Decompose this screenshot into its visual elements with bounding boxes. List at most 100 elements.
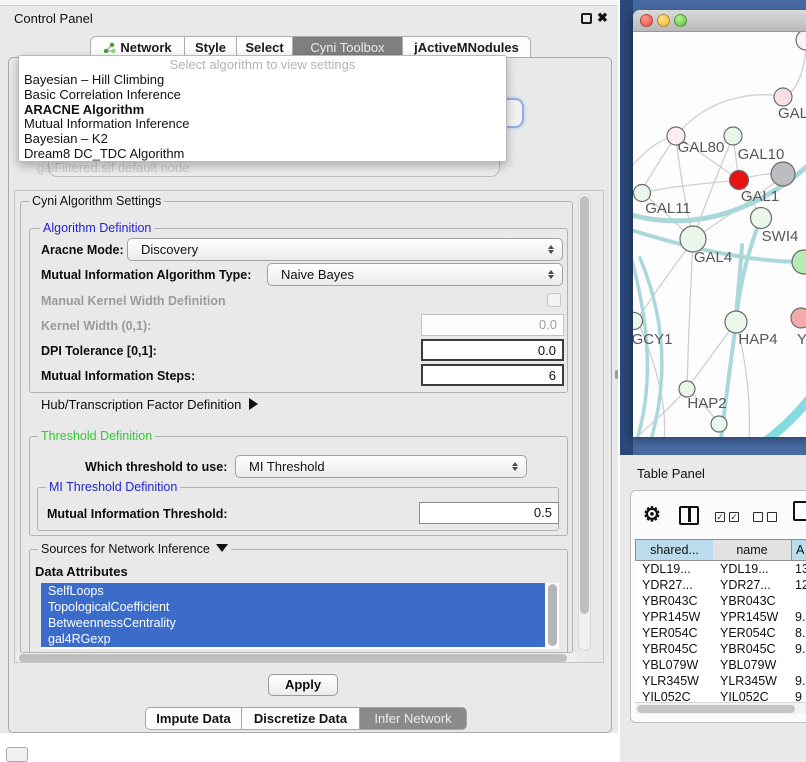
table-row[interactable]: YER054CYER054C8. <box>635 625 806 641</box>
node-swi4[interactable] <box>751 208 772 229</box>
network-edge[interactable] <box>766 396 806 437</box>
node-gray[interactable] <box>771 162 795 186</box>
network-desktop-shadow <box>620 0 633 455</box>
select-all-icon[interactable]: ✓✓ <box>715 512 741 522</box>
table-cell: YDL19... <box>635 561 713 577</box>
table-cell: 9. <box>791 609 806 625</box>
mi-threshold-input[interactable]: 0.5 <box>419 502 559 524</box>
algorithm-option[interactable]: Basic Correlation Inference <box>19 88 506 103</box>
column-header-shared-name[interactable]: shared... <box>635 539 713 561</box>
table-row[interactable]: YBR043CYBR043C <box>635 593 806 609</box>
column-header-cut[interactable]: A <box>791 539 806 561</box>
table-rows[interactable]: YDL19...YDL19...13YDR27...YDR27...12YBR0… <box>635 561 806 701</box>
table-cell: 12 <box>791 577 806 593</box>
kernel-width-input[interactable]: 0.0 <box>421 314 564 336</box>
table-row[interactable]: YPR145WYPR145W9. <box>635 609 806 625</box>
expanded-arrow-icon <box>216 544 228 552</box>
table-horizontal-scrollbar[interactable] <box>635 702 806 714</box>
tab-infer-network[interactable]: Infer Network <box>360 707 467 730</box>
aracne-mode-combo[interactable]: Discovery <box>127 238 563 261</box>
minimize-window-icon[interactable] <box>657 14 670 27</box>
data-attributes-list[interactable]: SelfLoopsTopologicalCoefficientBetweenne… <box>41 583 559 649</box>
table-cell: YBR045C <box>713 641 791 657</box>
node-gal-cut[interactable] <box>774 88 792 106</box>
gear-icon[interactable]: ⚙ <box>643 502 661 527</box>
settings-scrollpane: Cyni Algorithm Settings Algorithm Defini… <box>14 190 604 663</box>
node-label: GAL4 <box>694 249 732 266</box>
algorithm-option[interactable]: Dream8 DC_TDC Algorithm <box>19 147 506 162</box>
attribute-list-scrollbar[interactable] <box>548 584 557 646</box>
which-threshold-label: Which threshold to use: <box>85 460 227 474</box>
sources-title[interactable]: Sources for Network Inference <box>38 542 231 556</box>
network-edge[interactable] <box>687 239 693 389</box>
algorithm-dropdown-placeholder: Select algorithm to view settings <box>19 56 506 73</box>
node-green-cut[interactable] <box>792 250 806 274</box>
algorithm-option[interactable]: Bayesian – K2 <box>19 132 506 147</box>
which-threshold-value: MI Threshold <box>249 459 325 474</box>
algorithm-definition-title: Algorithm Definition <box>40 221 154 235</box>
mi-algorithm-type-combo[interactable]: Naive Bayes <box>267 263 563 286</box>
algorithm-option[interactable]: ARACNE Algorithm <box>19 103 506 118</box>
network-canvas-svg: GALGAL80GAL10GAL1SWI4GAL11GAL4GCY1HAP4YH… <box>633 32 806 437</box>
node-label: GAL1 <box>741 188 779 205</box>
manual-kernel-checkbox[interactable] <box>547 293 561 307</box>
collapsed-panel-button[interactable] <box>6 747 28 762</box>
algorithm-dropdown-popup: Select algorithm to view settings Bayesi… <box>18 55 507 162</box>
close-panel-icon[interactable]: ✖ <box>597 10 608 26</box>
control-panel: Control Panel ✖ Network Style Select Cyn… <box>0 0 618 733</box>
tab-impute-data[interactable]: Impute Data <box>145 707 242 730</box>
node-gal10[interactable] <box>724 127 742 145</box>
table-cell: YBR043C <box>713 593 791 609</box>
panel-divider-handle[interactable] <box>615 370 618 379</box>
node-hap4[interactable] <box>725 311 747 333</box>
close-window-icon[interactable] <box>640 14 653 27</box>
stepper-arrows-icon <box>510 460 519 473</box>
node-gal11[interactable] <box>634 185 651 202</box>
node-gcy1[interactable] <box>633 313 643 330</box>
dpi-tolerance-input[interactable]: 0.0 <box>421 339 564 361</box>
network-canvas[interactable]: GALGAL80GAL10GAL1SWI4GAL11GAL4GCY1HAP4YH… <box>633 32 806 437</box>
node-label: HAP2 <box>687 395 726 412</box>
apply-button[interactable]: Apply <box>268 674 338 696</box>
tab-network-label: Network <box>120 40 171 55</box>
table-row[interactable]: YBR045CYBR045C9. <box>635 641 806 657</box>
network-window[interactable]: GALGAL80GAL10GAL1SWI4GAL11GAL4GCY1HAP4YH… <box>633 10 806 437</box>
network-edge[interactable] <box>642 181 730 193</box>
hub-section-toggle[interactable]: Hub/Transcription Factor Definition <box>41 397 258 412</box>
node-label: HAP4 <box>738 331 777 348</box>
table-row[interactable]: YIL052CYIL052C9 <box>635 689 806 701</box>
document-icon[interactable] <box>793 501 806 521</box>
table-cell: YER054C <box>635 625 713 641</box>
table-row[interactable]: YDL19...YDL19...13 <box>635 561 806 577</box>
table-row[interactable]: YBL079WYBL079W <box>635 657 806 673</box>
node-label: GAL <box>778 105 806 122</box>
zoom-window-icon[interactable] <box>674 14 687 27</box>
table-row[interactable]: YDR27...YDR27...12 <box>635 577 806 593</box>
mi-steps-label: Mutual Information Steps: <box>41 369 195 383</box>
which-threshold-combo[interactable]: MI Threshold <box>235 455 527 478</box>
node-top-right[interactable] <box>796 32 806 50</box>
table-cell: 9. <box>791 673 806 689</box>
network-window-titlebar[interactable] <box>633 10 806 32</box>
attribute-item[interactable]: SelfLoops <box>41 583 545 599</box>
settings-vertical-scrollbar[interactable] <box>578 193 591 651</box>
node-y-cut[interactable] <box>791 308 806 328</box>
node-gal1[interactable] <box>730 171 749 190</box>
algorithm-option[interactable]: Mutual Information Inference <box>19 117 506 132</box>
algorithm-option[interactable]: Bayesian – Hill Climbing <box>19 73 506 88</box>
table-cell: YDR27... <box>635 577 713 593</box>
settings-horizontal-scrollbar[interactable] <box>17 653 577 663</box>
column-header-name[interactable]: name <box>713 539 791 561</box>
node-bottom[interactable] <box>711 416 727 432</box>
attribute-item[interactable]: BetweennessCentrality <box>41 615 545 631</box>
network-edge[interactable] <box>633 138 670 182</box>
tab-discretize-data[interactable]: Discretize Data <box>242 707 360 730</box>
deselect-all-icon[interactable] <box>753 512 779 522</box>
mi-steps-input[interactable]: 6 <box>421 364 564 386</box>
attribute-item[interactable]: gal4RGexp <box>41 631 545 647</box>
column-browse-icon[interactable] <box>679 506 699 525</box>
node-label: Y <box>797 331 806 348</box>
table-row[interactable]: YLR345WYLR345W9. <box>635 673 806 689</box>
float-window-icon[interactable] <box>581 13 592 24</box>
attribute-item[interactable]: TopologicalCoefficient <box>41 599 545 615</box>
